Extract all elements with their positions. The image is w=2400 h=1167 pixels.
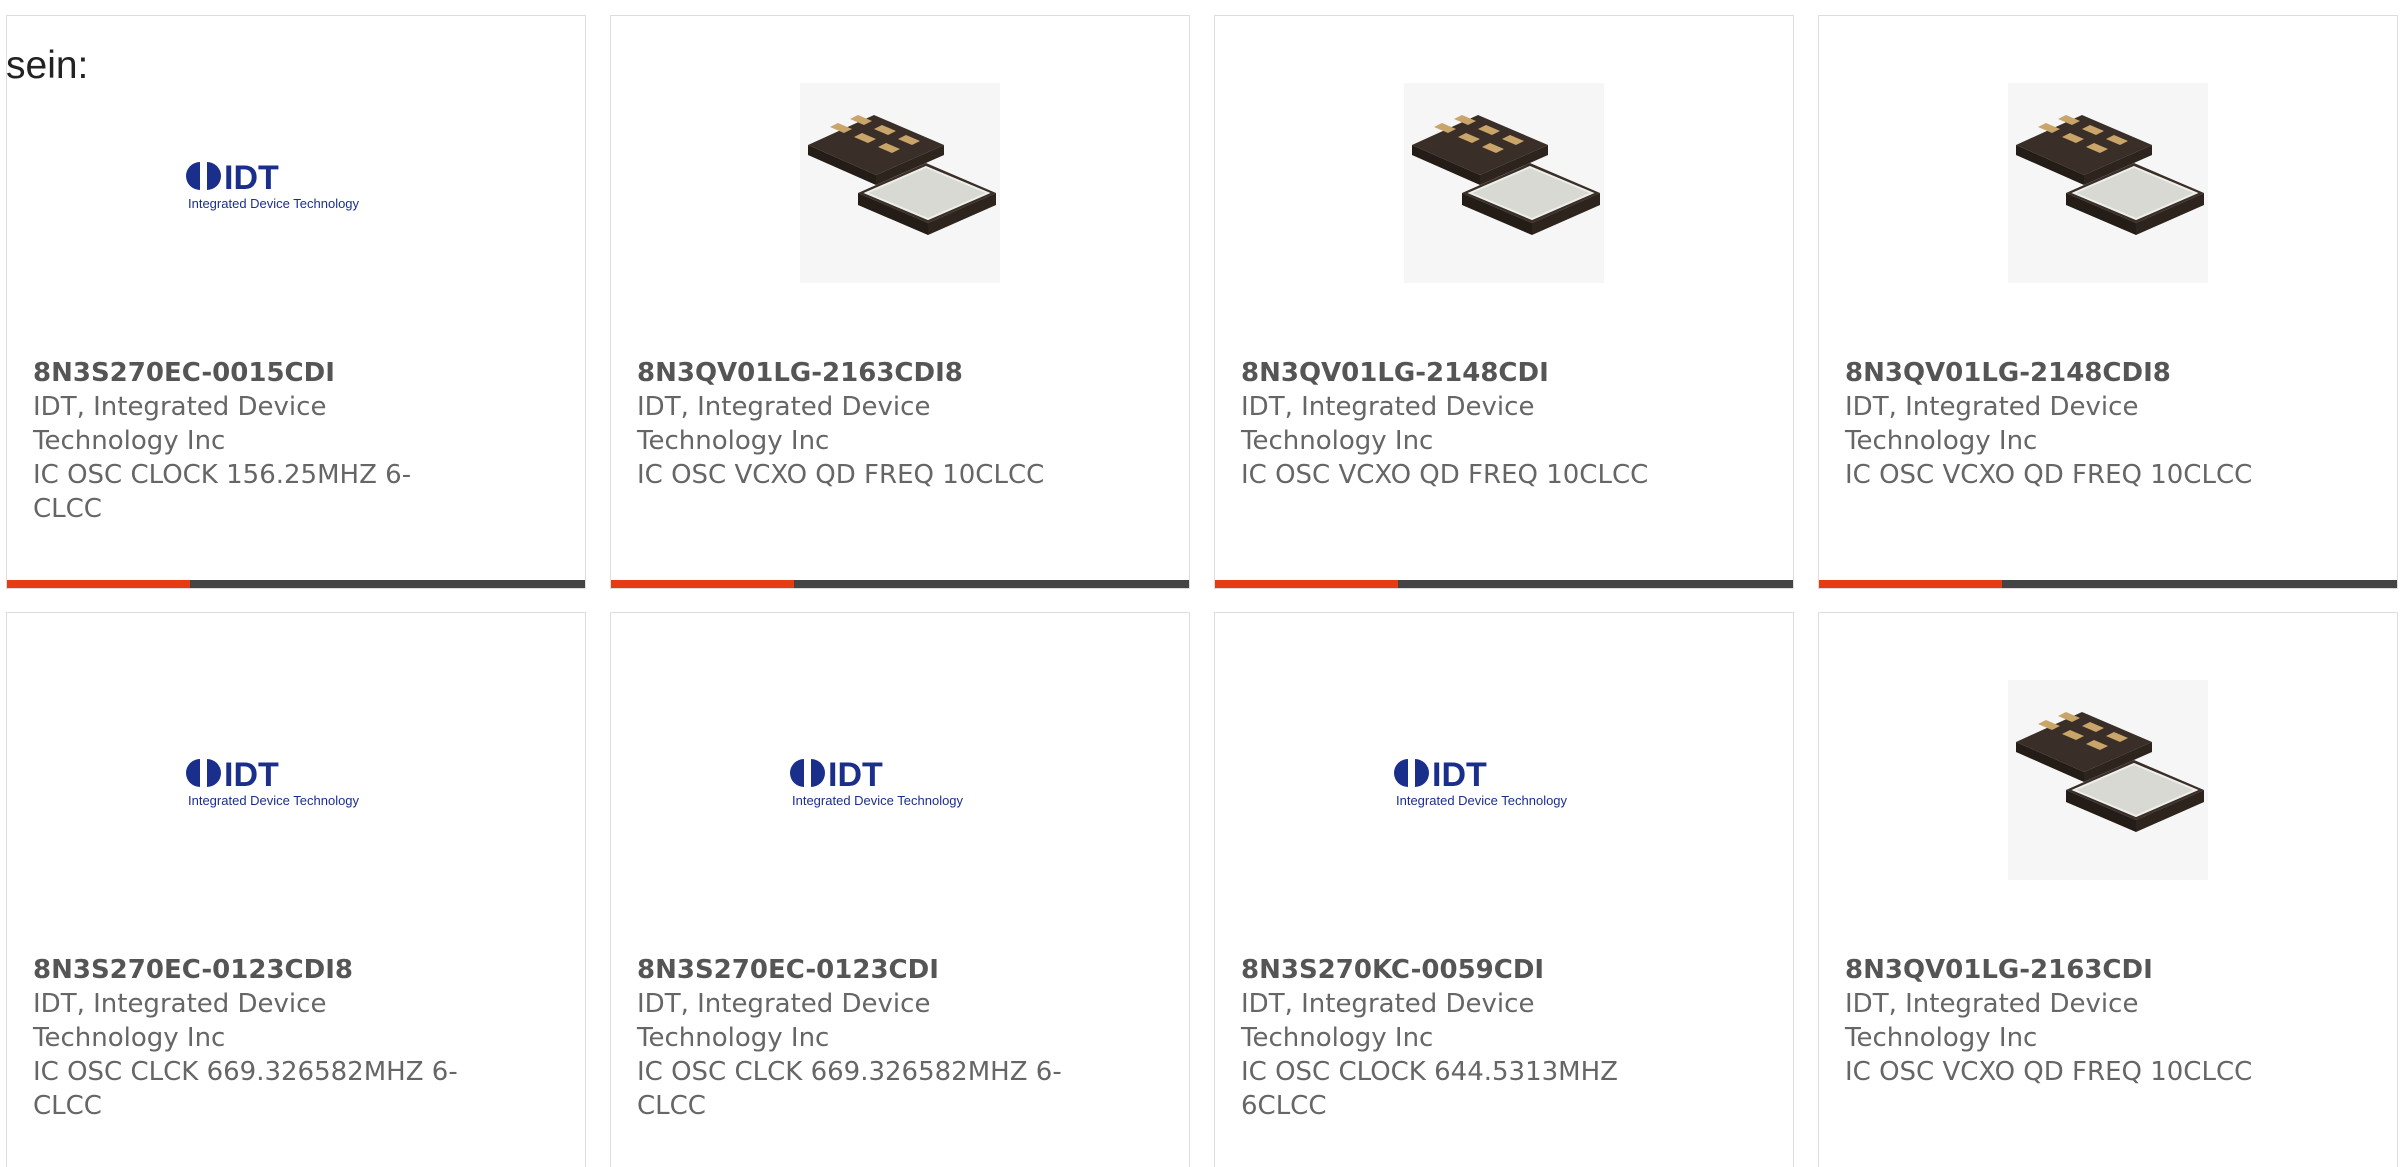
part-number[interactable]: 8N3QV01LG-2163CDI — [1845, 953, 2275, 987]
manufacturer: IDT, Integrated Device Technology Inc — [33, 392, 327, 456]
product-image[interactable] — [1819, 675, 2397, 885]
product-image[interactable]: IDT Integrated Device Technology — [7, 78, 585, 288]
product-image[interactable]: IDT Integrated Device Technology — [1215, 675, 1793, 885]
manufacturer: IDT, Integrated Device Technology Inc — [33, 989, 327, 1053]
card-accent-bar — [611, 580, 1189, 588]
product-description: IC OSC CLOCK 644.5313MHZ 6CLCC — [1241, 1057, 1618, 1121]
product-card[interactable]: IDT Integrated Device Technology 8N3S270… — [610, 612, 1190, 1167]
part-number[interactable]: 8N3S270EC-0123CDI — [637, 953, 1067, 987]
card-accent-bar — [7, 580, 585, 588]
product-description: IC OSC VCXO QD FREQ 10CLCC — [1845, 460, 2253, 490]
product-description: IC OSC VCXO QD FREQ 10CLCC — [1241, 460, 1649, 490]
manufacturer: IDT, Integrated Device Technology Inc — [1845, 989, 2139, 1053]
product-description: IC OSC CLOCK 156.25MHZ 6-CLCC — [33, 460, 412, 524]
product-image[interactable] — [1215, 78, 1793, 288]
manufacturer: IDT, Integrated Device Technology Inc — [637, 392, 931, 456]
part-number[interactable]: 8N3S270EC-0015CDI — [33, 356, 463, 390]
idt-logo-icon: IDT Integrated Device Technology — [186, 159, 360, 211]
page: sein: IDT Integrated Device Technology 8… — [0, 0, 2400, 1167]
part-number[interactable]: 8N3QV01LG-2163CDI8 — [637, 356, 1067, 390]
product-card[interactable]: 8N3QV01LG-2148CDI8 IDT, Integrated Devic… — [1818, 15, 2398, 589]
product-card[interactable]: IDT Integrated Device Technology 8N3S270… — [6, 15, 586, 589]
product-description: IC OSC VCXO QD FREQ 10CLCC — [1845, 1057, 2253, 1087]
product-card[interactable]: IDT Integrated Device Technology 8N3S270… — [1214, 612, 1794, 1167]
logo-subtitle: Integrated Device Technology — [792, 793, 964, 808]
idt-logo-icon: IDT Integrated Device Technology — [790, 756, 964, 808]
product-card[interactable]: 8N3QV01LG-2163CDI IDT, Integrated Device… — [1818, 612, 2398, 1167]
oscillator-chip-icon — [2008, 83, 2208, 283]
product-description: IC OSC VCXO QD FREQ 10CLCC — [637, 460, 1045, 490]
manufacturer: IDT, Integrated Device Technology Inc — [637, 989, 931, 1053]
part-number[interactable]: 8N3QV01LG-2148CDI — [1241, 356, 1671, 390]
product-card[interactable]: 8N3QV01LG-2148CDI IDT, Integrated Device… — [1214, 15, 1794, 589]
logo-subtitle: Integrated Device Technology — [1396, 793, 1568, 808]
logo-subtitle: Integrated Device Technology — [188, 196, 360, 211]
product-description: IC OSC CLCK 669.326582MHZ 6-CLCC — [33, 1057, 458, 1121]
oscillator-chip-icon — [1404, 83, 1604, 283]
product-image[interactable] — [611, 78, 1189, 288]
oscillator-chip-icon — [800, 83, 1000, 283]
card-accent-bar — [1819, 580, 2397, 588]
intro-text: sein: — [6, 44, 89, 87]
part-number[interactable]: 8N3S270EC-0123CDI8 — [33, 953, 463, 987]
logo-text: IDT — [224, 756, 279, 794]
part-number[interactable]: 8N3QV01LG-2148CDI8 — [1845, 356, 2275, 390]
product-image[interactable] — [1819, 78, 2397, 288]
logo-text: IDT — [828, 756, 883, 794]
product-image[interactable]: IDT Integrated Device Technology — [7, 675, 585, 885]
logo-text: IDT — [224, 159, 279, 197]
product-grid: IDT Integrated Device Technology 8N3S270… — [6, 15, 2398, 1167]
product-card[interactable]: 8N3QV01LG-2163CDI8 IDT, Integrated Devic… — [610, 15, 1190, 589]
product-image[interactable]: IDT Integrated Device Technology — [611, 675, 1189, 885]
product-card[interactable]: IDT Integrated Device Technology 8N3S270… — [6, 612, 586, 1167]
card-accent-bar — [1215, 580, 1793, 588]
logo-subtitle: Integrated Device Technology — [188, 793, 360, 808]
manufacturer: IDT, Integrated Device Technology Inc — [1241, 392, 1535, 456]
oscillator-chip-icon — [2008, 680, 2208, 880]
idt-logo-icon: IDT Integrated Device Technology — [186, 756, 360, 808]
manufacturer: IDT, Integrated Device Technology Inc — [1241, 989, 1535, 1053]
product-description: IC OSC CLCK 669.326582MHZ 6-CLCC — [637, 1057, 1062, 1121]
manufacturer: IDT, Integrated Device Technology Inc — [1845, 392, 2139, 456]
part-number[interactable]: 8N3S270KC-0059CDI — [1241, 953, 1671, 987]
logo-text: IDT — [1432, 756, 1487, 794]
idt-logo-icon: IDT Integrated Device Technology — [1394, 756, 1568, 808]
